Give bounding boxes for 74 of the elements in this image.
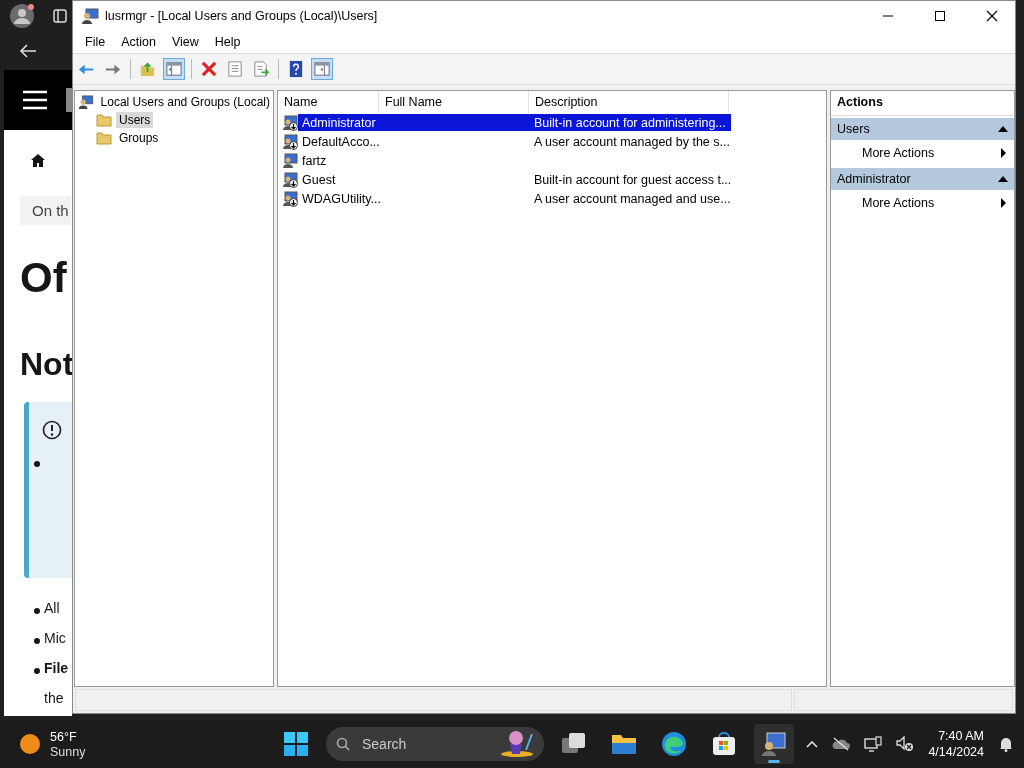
weather-temperature[interactable]: 56°F bbox=[50, 729, 86, 744]
tree-item[interactable]: Local Users and Groups (Local) bbox=[97, 94, 273, 110]
clock-time[interactable]: 7:40 AM bbox=[938, 729, 984, 743]
app-icon bbox=[81, 8, 99, 24]
action-pane-icon bbox=[313, 60, 331, 78]
menu-item[interactable]: View bbox=[163, 33, 207, 51]
description-cell-text: A user account managed and use... bbox=[533, 190, 731, 207]
network-icon[interactable] bbox=[864, 736, 883, 752]
menu-icon[interactable] bbox=[23, 90, 47, 110]
computer-users-icon bbox=[78, 94, 94, 110]
folder-icon bbox=[96, 131, 112, 145]
bullet-icon bbox=[34, 638, 40, 644]
description-cell-text: Built-in account for guest access t... bbox=[533, 171, 731, 188]
collapse-icon[interactable] bbox=[998, 126, 1008, 132]
help-icon bbox=[287, 60, 305, 78]
submenu-arrow-icon bbox=[1001, 148, 1006, 158]
menu-item[interactable]: File bbox=[77, 33, 114, 51]
list-item: Mic bbox=[44, 630, 66, 646]
user-name-cell[interactable]: fartz bbox=[299, 152, 381, 169]
list-item: All bbox=[44, 600, 60, 616]
description-cell-text: A user account managed by the s... bbox=[533, 133, 731, 150]
list-item-text: the bbox=[44, 690, 64, 706]
on-this-page-button[interactable]: On th bbox=[20, 196, 71, 225]
back-arrow-icon[interactable] bbox=[19, 43, 37, 59]
action-item[interactable]: More Actions bbox=[862, 146, 935, 160]
properties-icon bbox=[226, 60, 244, 78]
submenu-arrow-icon bbox=[1001, 198, 1006, 208]
browser-icon bbox=[661, 731, 687, 757]
chevron-up-icon[interactable] bbox=[806, 740, 819, 748]
profile-avatar-icon[interactable] bbox=[9, 3, 35, 29]
column-header[interactable]: Name bbox=[278, 91, 379, 113]
action-group-header[interactable]: Users bbox=[831, 118, 1014, 140]
store-icon bbox=[711, 731, 737, 757]
actions-title: Actions bbox=[831, 91, 1014, 116]
action-pane-button[interactable] bbox=[311, 58, 333, 80]
home-icon[interactable] bbox=[31, 154, 45, 167]
speaker-muted-icon[interactable] bbox=[896, 736, 915, 752]
start-icon bbox=[283, 731, 309, 757]
delete-icon bbox=[200, 60, 218, 78]
bullet-icon bbox=[34, 668, 40, 674]
weather-condition[interactable]: Sunny bbox=[50, 744, 86, 759]
collapse-icon[interactable] bbox=[998, 176, 1008, 182]
sun-icon bbox=[20, 734, 40, 754]
search-field[interactable]: Search bbox=[326, 727, 544, 761]
notification-bell-icon[interactable] bbox=[998, 736, 1014, 752]
console-tree-button[interactable] bbox=[163, 58, 185, 80]
action-item[interactable]: More Actions bbox=[862, 196, 935, 210]
list-item: File bbox=[44, 660, 69, 676]
tree-item[interactable]: Groups bbox=[116, 130, 162, 146]
tab-actions-icon[interactable] bbox=[53, 9, 67, 23]
folder-up-icon bbox=[139, 60, 157, 78]
clock-date[interactable]: 4/14/2024 bbox=[928, 745, 984, 759]
important-icon bbox=[42, 420, 62, 440]
bullet-icon bbox=[34, 608, 40, 614]
column-header[interactable]: Description bbox=[529, 91, 729, 113]
column-header[interactable]: Full Name bbox=[379, 91, 529, 113]
group-label: Administrator bbox=[837, 172, 911, 186]
folder-icon bbox=[96, 113, 112, 127]
tree-item[interactable]: Users bbox=[116, 112, 154, 128]
page-heading: Of bbox=[20, 254, 67, 302]
console-tree-icon bbox=[165, 60, 183, 78]
export-list-icon bbox=[252, 60, 270, 78]
cloud-offline-icon[interactable] bbox=[832, 737, 851, 751]
menu-item[interactable]: Help bbox=[206, 33, 249, 51]
window-title: lusrmgr - [Local Users and Groups (Local)\Users] bbox=[105, 9, 379, 23]
computer-users-icon bbox=[761, 731, 787, 757]
description-cell-text: Built-in account for administering... bbox=[533, 114, 727, 131]
bullet-icon bbox=[34, 461, 40, 467]
menu-item[interactable]: Action bbox=[113, 33, 164, 51]
computer-users-taskbar-button[interactable] bbox=[754, 724, 794, 764]
group-label: Users bbox=[837, 122, 870, 136]
search-icon bbox=[336, 737, 350, 751]
action-group-header[interactable]: Administrator bbox=[831, 168, 1014, 190]
flower-pot-icon bbox=[500, 730, 534, 758]
